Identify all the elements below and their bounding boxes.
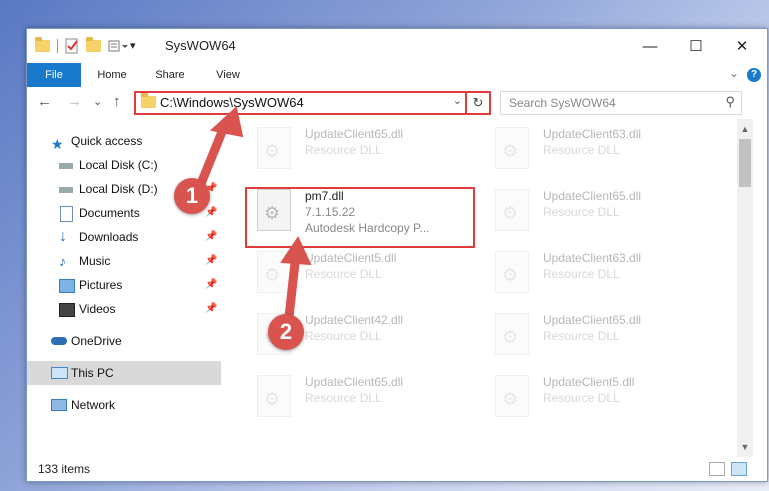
step-marker-2: 2 [268, 314, 304, 350]
arrow-1-head [209, 106, 244, 138]
step-marker-1: 1 [174, 178, 210, 214]
annotation-arrows [191, 106, 312, 331]
arrow-2-head [280, 235, 312, 266]
